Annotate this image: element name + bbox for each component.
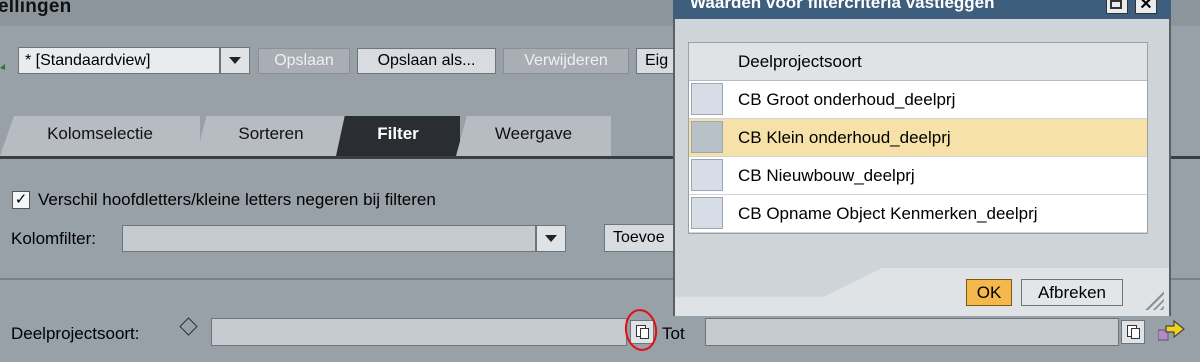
maximize-icon[interactable] [1106,0,1128,14]
list-item-label: CB Groot onderhoud_deelprj [738,90,956,109]
list-item[interactable]: CB Nieuwbouw_deelprj [689,157,1147,195]
chevron-down-icon [229,57,241,64]
to-label: Tot [662,324,685,343]
row-selector[interactable] [691,159,723,191]
ok-button[interactable]: OK [966,279,1012,306]
tab-sorteren[interactable]: Sorteren [196,116,346,156]
annotation-circle [622,306,660,354]
value-help-button-to[interactable] [1121,320,1145,344]
list-item[interactable]: CB Opname Object Kenmerken_deelprj [689,195,1147,233]
to-value-input[interactable] [705,318,1119,346]
tab-weergave[interactable]: Weergave [456,116,611,156]
list-item-label: CB Nieuwbouw_deelprj [738,166,915,185]
row-selector[interactable] [691,197,723,229]
list-item-label: CB Opname Object Kenmerken_deelprj [738,204,1038,223]
row-selector[interactable] [691,121,723,153]
multiple-selection-icon [1127,325,1140,339]
save-button[interactable]: Opslaan [258,48,350,74]
column-filter-dropdown-button[interactable] [536,225,566,252]
ignore-case-checkbox[interactable]: ✓ [12,191,30,209]
dialog-title: Waarden voor filtercriteria vastleggen [690,0,995,12]
save-as-button[interactable]: Opslaan als... [357,48,496,74]
diamond-icon [179,317,198,336]
column-header-deelprojectsoort: Deelprojectsoort [738,52,862,71]
list-item[interactable]: CB Groot onderhoud_deelprj [689,81,1147,119]
from-value-input[interactable] [211,318,627,346]
deelprojectsoort-label: Deelprojectsoort: [11,324,140,343]
row-selector[interactable] [691,83,723,115]
page-title: ellingen [0,0,72,17]
delete-button[interactable]: Verwijderen [503,48,629,74]
ignore-case-label: Verschil hoofdletters/kleine letters neg… [38,190,436,209]
tab-kolomselectie[interactable]: Kolomselectie [0,116,200,156]
view-dropdown-button[interactable] [220,47,250,74]
list-item-label: CB Klein onderhoud_deelprj [738,128,951,147]
column-filter-label: Kolomfilter: [11,229,97,248]
cancel-button[interactable]: Afbreken [1021,279,1123,306]
tab-filter[interactable]: Filter [336,116,460,156]
arrow-right-icon[interactable] [1158,318,1186,342]
add-button[interactable]: Toevoe [604,224,682,252]
column-filter-select[interactable] [122,225,536,252]
view-select[interactable]: * [Standaardview] [18,47,220,74]
chevron-down-icon [545,235,557,242]
list-item-selected[interactable]: CB Klein onderhoud_deelprj [689,119,1147,157]
close-icon[interactable]: ✕ [1135,0,1157,14]
toolbar-edge-icon [0,64,5,70]
